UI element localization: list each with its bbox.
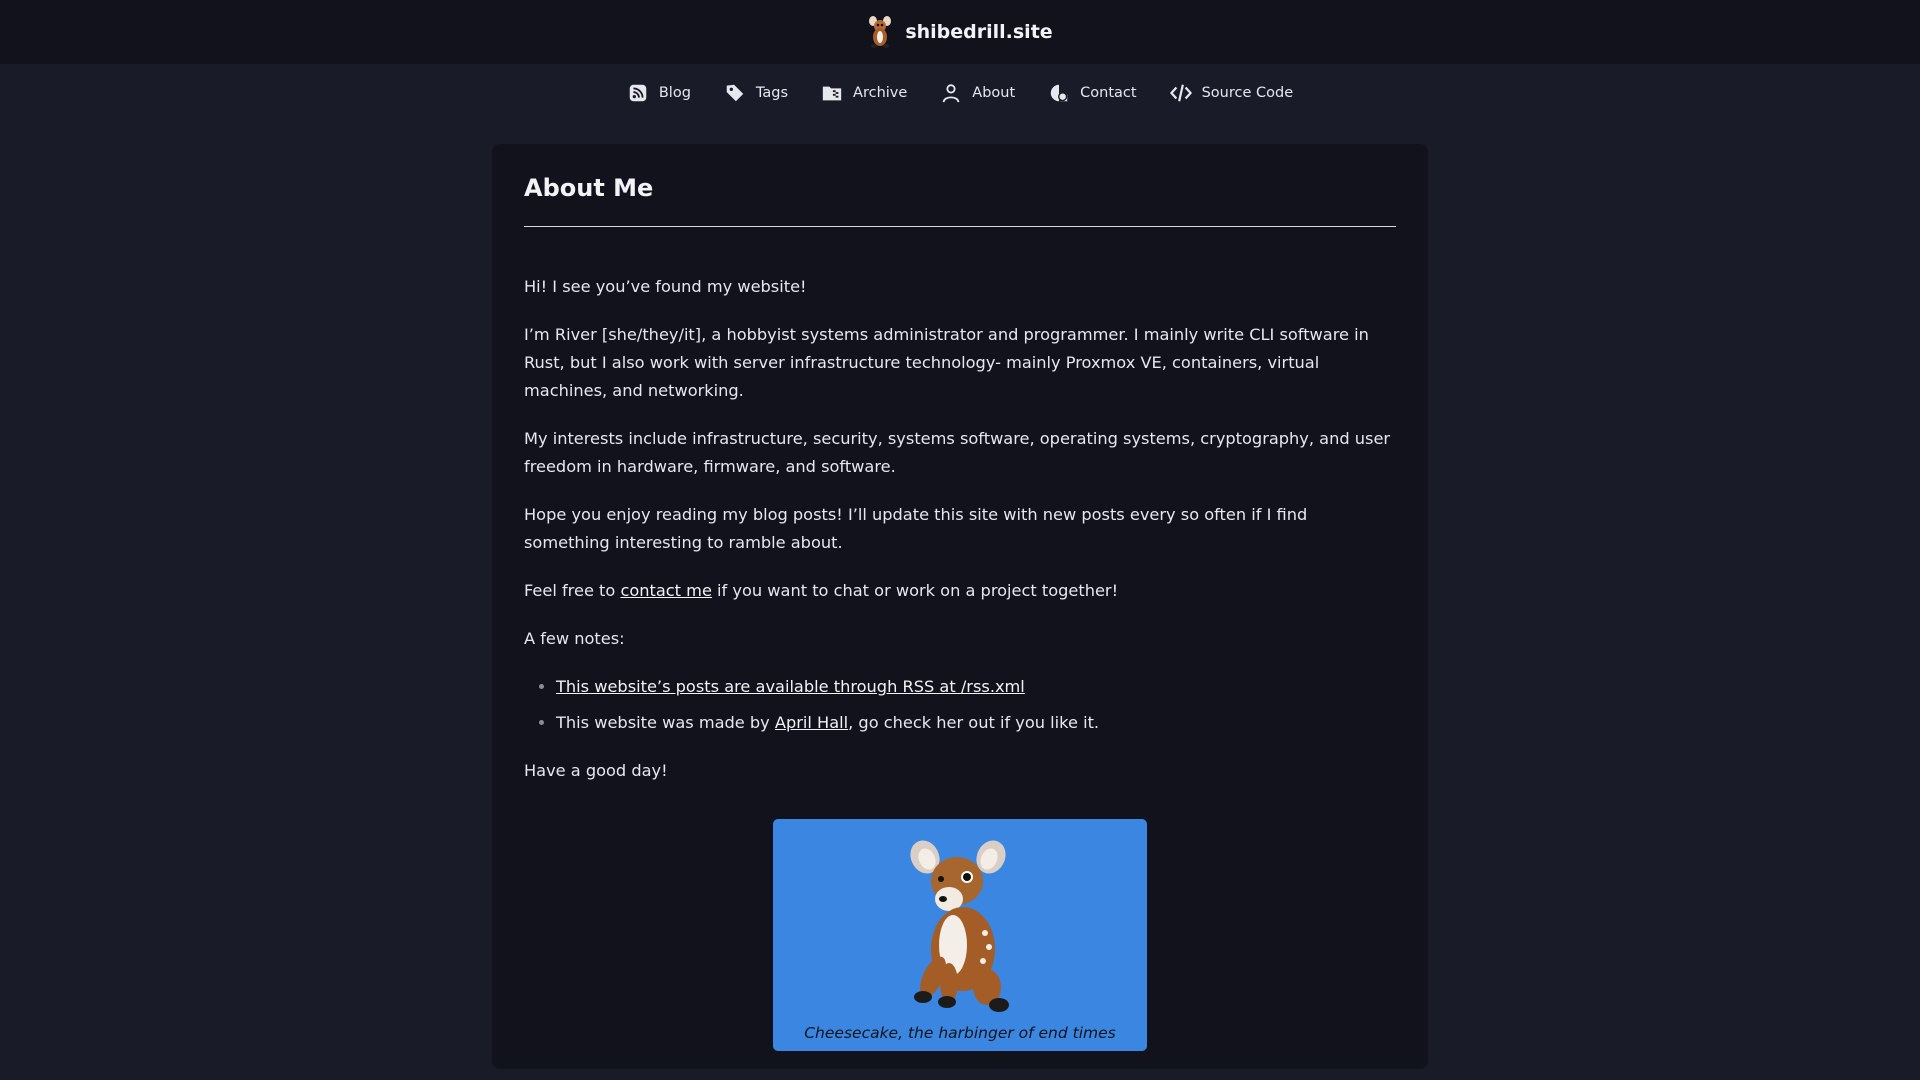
- code-icon: [1169, 84, 1192, 102]
- figure-caption: Cheesecake, the harbinger of end times: [804, 1024, 1116, 1042]
- about-content: Hi! I see you’ve found my website! I’m R…: [524, 273, 1396, 785]
- title-divider: [524, 226, 1396, 227]
- rss-icon: [629, 84, 647, 102]
- nav-item-source-code[interactable]: Source Code: [1169, 82, 1294, 104]
- person-icon: [943, 84, 960, 103]
- nav-label-source-code: Source Code: [1201, 85, 1294, 101]
- paragraph-notes-heading: A few notes:: [524, 629, 625, 648]
- paragraph-interests: My interests include infrastructure, sec…: [524, 429, 1391, 476]
- notes-list: This website’s posts are available throu…: [524, 673, 1396, 737]
- nav-item-about[interactable]: About: [940, 82, 1015, 104]
- nav-item-archive[interactable]: Archive: [821, 82, 907, 104]
- deer-plush-logo-icon[interactable]: [867, 15, 893, 49]
- deer-plush-image: [910, 840, 1009, 1012]
- contact-text-before: Feel free to: [524, 581, 621, 600]
- paragraph-closing: Have a good day!: [524, 761, 668, 780]
- contact-text-after: if you want to chat or work on a project…: [711, 581, 1119, 600]
- credit-text-before: This website was made by: [556, 713, 775, 732]
- contact-me-link[interactable]: contact me: [620, 581, 711, 600]
- paragraph-intro: I’m River [she/they/it], a hobbyist syst…: [524, 325, 1369, 400]
- nav-item-tags[interactable]: Tags: [724, 82, 788, 104]
- nav-label-blog: Blog: [658, 85, 691, 101]
- paragraph-blog: Hope you enjoy reading my blog posts! I’…: [524, 505, 1308, 552]
- main-nav: Blog Tags Archive About Contact Source C…: [0, 65, 1920, 121]
- contact-icon: [1050, 84, 1068, 102]
- nav-label-about: About: [972, 85, 1016, 101]
- credit-text-after: , go check her out if you like it.: [848, 713, 1100, 732]
- page-title: About Me: [524, 174, 654, 202]
- tag-icon: [726, 84, 744, 102]
- nav-label-tags: Tags: [755, 85, 789, 101]
- archive-folder-icon: [822, 86, 842, 101]
- site-title-link[interactable]: shibedrill.site: [905, 21, 1052, 43]
- rss-link[interactable]: This website’s posts are available throu…: [556, 677, 1025, 696]
- list-item: This website’s posts are available throu…: [556, 673, 1396, 701]
- paragraph-greeting: Hi! I see you’ve found my website!: [524, 277, 807, 296]
- about-card: About Me Hi! I see you’ve found my websi…: [492, 144, 1428, 1069]
- nav-label-archive: Archive: [853, 85, 908, 101]
- nav-item-blog[interactable]: Blog: [627, 82, 691, 104]
- paragraph-contact: Feel free to contact me if you want to c…: [524, 577, 1396, 605]
- nav-label-contact: Contact: [1080, 85, 1137, 101]
- cheesecake-figure: Cheesecake, the harbinger of end times: [773, 819, 1147, 1051]
- list-item: This website was made by April Hall, go …: [556, 709, 1396, 737]
- site-header: shibedrill.site: [0, 0, 1920, 64]
- april-hall-link[interactable]: April Hall: [775, 713, 848, 732]
- nav-item-contact[interactable]: Contact: [1048, 82, 1137, 104]
